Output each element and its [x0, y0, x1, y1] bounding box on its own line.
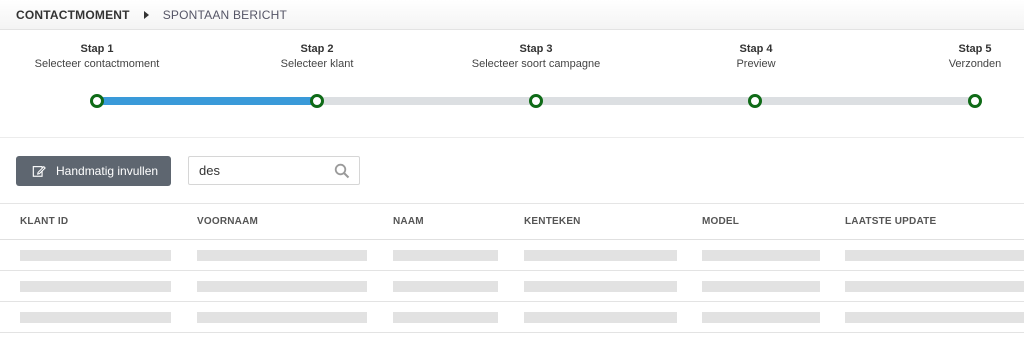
step-label: Verzonden	[948, 58, 1002, 70]
loading-placeholder	[20, 250, 171, 261]
step-2-node[interactable]	[310, 94, 324, 108]
manual-entry-label: Handmatig invullen	[56, 164, 159, 178]
manual-entry-button[interactable]: Handmatig invullen	[16, 156, 171, 186]
table-row	[0, 271, 1024, 302]
loading-placeholder	[197, 312, 367, 323]
step-4: Stap 4 Preview	[656, 42, 856, 72]
column-header-klant-id[interactable]: KLANT ID	[20, 216, 68, 227]
loading-placeholder	[702, 312, 820, 323]
loading-placeholder	[20, 312, 171, 323]
search-box	[188, 156, 360, 185]
search-input[interactable]	[189, 157, 329, 184]
loading-placeholder	[702, 250, 820, 261]
loading-placeholder	[524, 281, 677, 292]
progress-fill	[97, 97, 317, 105]
column-header-laatste-update[interactable]: LAATSTE UPDATE	[845, 216, 936, 227]
column-header-kenteken[interactable]: KENTEKEN	[524, 216, 581, 227]
edit-icon	[32, 165, 46, 177]
step-4-node[interactable]	[748, 94, 762, 108]
loading-placeholder	[702, 281, 820, 292]
step-1-node[interactable]	[90, 94, 104, 108]
step-label: Preview	[736, 58, 776, 70]
toolbar: Handmatig invullen	[0, 139, 1024, 204]
breadcrumb: CONTACTMOMENT SPONTAAN BERICHT	[0, 0, 1024, 30]
step-title: Stap 5	[958, 43, 992, 55]
step-title: Stap 1	[80, 43, 114, 55]
breadcrumb-arrow-icon	[143, 10, 149, 19]
loading-placeholder	[524, 312, 677, 323]
breadcrumb-current: SPONTAAN BERICHT	[162, 7, 288, 22]
table-row	[0, 302, 1024, 333]
breadcrumb-root[interactable]: CONTACTMOMENT	[16, 8, 130, 22]
loading-placeholder	[393, 312, 498, 323]
loading-placeholder	[393, 281, 498, 292]
column-header-voornaam[interactable]: VOORNAAM	[197, 216, 258, 227]
step-label: Selecteer soort campagne	[471, 58, 601, 70]
step-title: Stap 3	[519, 43, 553, 55]
loading-placeholder	[845, 312, 1024, 323]
customer-table: KLANT ID VOORNAAM NAAM KENTEKEN MODEL LA…	[0, 204, 1024, 333]
step-1: Stap 1 Selecteer contactmoment	[0, 42, 197, 72]
step-label: Selecteer contactmoment	[34, 58, 160, 70]
loading-placeholder	[197, 281, 367, 292]
table-row	[0, 240, 1024, 271]
table-header: KLANT ID VOORNAAM NAAM KENTEKEN MODEL LA…	[0, 204, 1024, 240]
loading-placeholder	[524, 250, 677, 261]
loading-placeholder	[845, 250, 1024, 261]
loading-placeholder	[20, 281, 171, 292]
loading-placeholder	[197, 250, 367, 261]
column-header-model[interactable]: MODEL	[702, 216, 739, 227]
column-header-naam[interactable]: NAAM	[393, 216, 424, 227]
step-label: Selecteer klant	[280, 58, 354, 70]
wizard-steps: Stap 1 Selecteer contactmoment Stap 2 Se…	[0, 30, 1024, 138]
step-3-node[interactable]	[529, 94, 543, 108]
step-3: Stap 3 Selecteer soort campagne	[436, 42, 636, 72]
loading-placeholder	[393, 250, 498, 261]
step-5-node[interactable]	[968, 94, 982, 108]
search-icon[interactable]	[334, 163, 350, 179]
step-2: Stap 2 Selecteer klant	[217, 42, 417, 72]
step-title: Stap 2	[300, 43, 334, 55]
step-5: Stap 5 Verzonden	[875, 42, 1024, 72]
loading-placeholder	[845, 281, 1024, 292]
step-title: Stap 4	[739, 43, 773, 55]
